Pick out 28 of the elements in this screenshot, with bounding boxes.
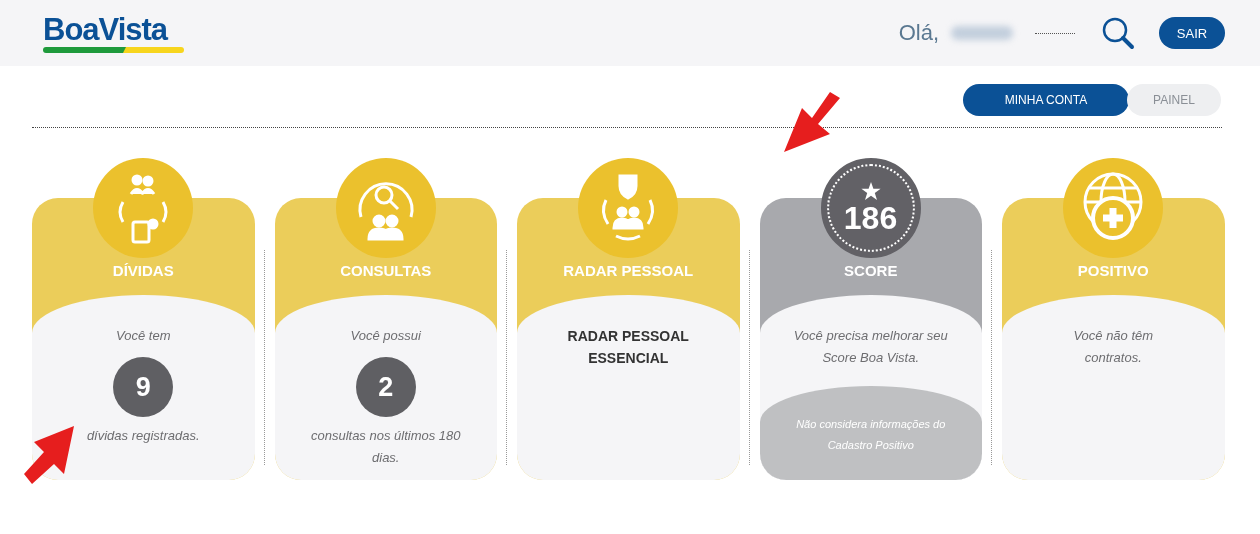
summary-card[interactable]: POSITIVO Você não têm contratos. xyxy=(1002,198,1225,480)
tab[interactable]: MINHA CONTA xyxy=(963,84,1129,116)
card-text: Você não têm contratos. xyxy=(1072,327,1155,367)
logo-stripe-icon xyxy=(43,46,184,53)
card-text: dívidas registradas. xyxy=(85,427,201,445)
greeting: Olá, xyxy=(898,20,939,46)
star-icon xyxy=(860,182,881,202)
card-text: Você tem xyxy=(115,327,172,345)
logo[interactable]: BoaVista xyxy=(43,13,184,46)
score-value: 186 xyxy=(843,202,898,234)
summary-card[interactable]: CONSULTAS Você possui 2 consultas nos últimos 180 dias. xyxy=(274,198,497,480)
card-text: Você possui xyxy=(349,327,422,345)
card-title: SCORE xyxy=(843,262,899,281)
search-icon[interactable] xyxy=(1101,16,1135,50)
count-badge: 2 xyxy=(355,357,416,417)
card-text: Você precisa melhorar seu Score Boa Vista. xyxy=(792,327,949,367)
logout-button[interactable]: SAIR xyxy=(1159,17,1225,49)
count-badge: 9 xyxy=(113,357,174,417)
note-text: Não considera informações do Cadastro Positivo xyxy=(795,417,947,453)
summary-card[interactable]: RADAR PESSOAL RADAR PESSOAL ESSENCIAL xyxy=(517,198,740,480)
card-title: POSITIVO xyxy=(1076,262,1150,281)
summary-card[interactable]: DÍVIDAS Você tem 9 dívidas registradas. xyxy=(32,198,255,480)
card-title: DÍVIDAS xyxy=(111,262,175,281)
card-title: CONSULTAS xyxy=(339,262,433,281)
plan-name: RADAR PESSOAL ESSENCIAL xyxy=(566,327,690,368)
redacted-name xyxy=(951,26,1013,40)
card-text: consultas nos últimos 180 dias. xyxy=(309,427,462,467)
card-title: RADAR PESSOAL xyxy=(562,262,695,281)
